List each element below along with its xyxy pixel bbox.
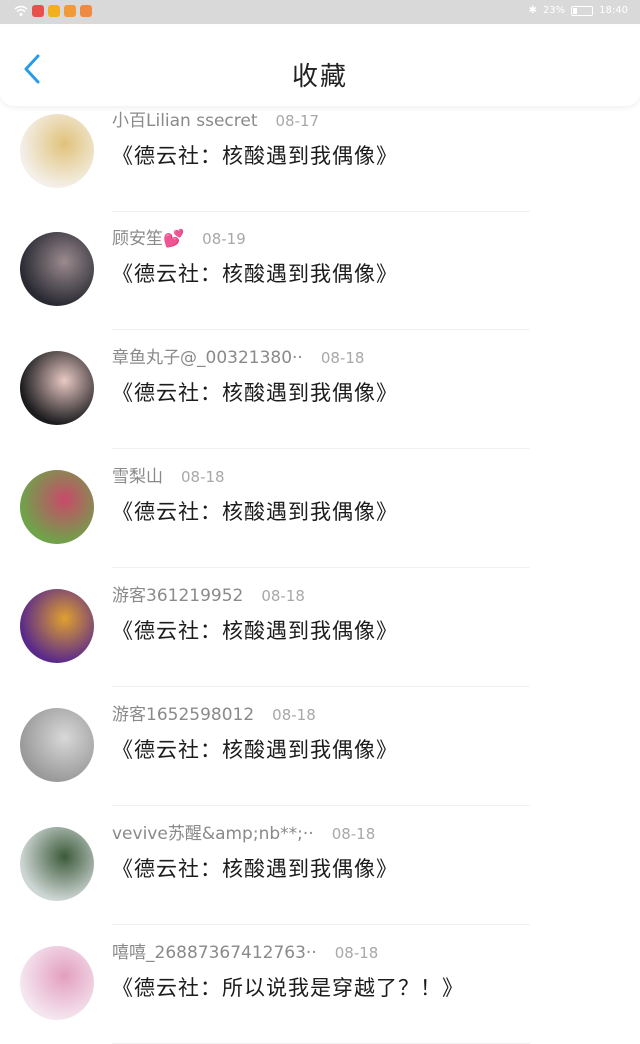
page-title: 收藏	[291, 62, 348, 92]
username[interactable]: vevive苏醒&amp;nb**;··	[112, 824, 314, 844]
item-meta: 游客1652598012 08-18	[112, 700, 316, 725]
item-meta: 顾安笙💕 08-19	[112, 224, 246, 249]
status-left-icons	[14, 5, 92, 17]
divider	[112, 567, 530, 568]
battery-percent: 23%	[542, 5, 566, 16]
item-date: 08-18	[272, 706, 316, 724]
divider	[112, 448, 530, 449]
username[interactable]: 嘻嘻_26887367412763··	[112, 943, 317, 963]
avatar[interactable]	[20, 470, 94, 544]
item-text[interactable]: 《德云社：所以说我是穿越了？！》	[112, 972, 464, 1002]
list-item[interactable]: 雪梨山 08-18 《德云社：核酸遇到我偶像》	[0, 450, 640, 568]
item-text[interactable]: 《德云社：核酸遇到我偶像》	[112, 377, 398, 407]
item-date: 08-18	[261, 587, 305, 605]
heart-icon: 💕	[163, 229, 185, 249]
avatar[interactable]	[20, 232, 94, 306]
list-item[interactable]: 小百Lilian ssecret 08-17 《德云社：核酸遇到我偶像》	[0, 94, 640, 212]
notification-app-icon	[48, 5, 60, 17]
status-right-icons: ✱ 23% 18:40	[529, 5, 628, 16]
username[interactable]: 顾安笙	[112, 229, 163, 249]
list-item[interactable]: 顾安笙💕 08-19 《德云社：核酸遇到我偶像》	[0, 212, 640, 330]
username[interactable]: 游客361219952	[112, 586, 243, 606]
username[interactable]: 游客1652598012	[112, 705, 254, 725]
header: 收藏	[0, 26, 640, 106]
avatar[interactable]	[20, 827, 94, 901]
item-meta: 章鱼丸子@_00321380·· 08-18	[112, 343, 364, 368]
wifi-icon	[14, 5, 28, 16]
item-text[interactable]: 《德云社：核酸遇到我偶像》	[112, 615, 398, 645]
item-text[interactable]: 《德云社：核酸遇到我偶像》	[112, 734, 398, 764]
divider	[112, 805, 530, 806]
item-date: 08-18	[181, 468, 225, 486]
item-date: 08-19	[202, 230, 246, 248]
item-meta: 雪梨山 08-18	[112, 462, 225, 487]
list-item[interactable]: 游客1652598012 08-18 《德云社：核酸遇到我偶像》	[0, 688, 640, 806]
item-text[interactable]: 《德云社：核酸遇到我偶像》	[112, 853, 398, 883]
notification-app-icon	[64, 5, 76, 17]
notification-app-icon	[32, 5, 44, 17]
avatar[interactable]	[20, 114, 94, 188]
item-meta: 小百Lilian ssecret 08-17	[112, 106, 319, 131]
item-meta: vevive苏醒&amp;nb**;·· 08-18	[112, 819, 375, 844]
avatar[interactable]	[20, 946, 94, 1020]
item-meta: 游客361219952 08-18	[112, 581, 305, 606]
item-text[interactable]: 《德云社：核酸遇到我偶像》	[112, 496, 398, 526]
item-date: 08-18	[331, 825, 376, 843]
battery-icon	[571, 5, 594, 16]
username[interactable]: 小百Lilian ssecret	[112, 111, 258, 131]
list-item[interactable]: 章鱼丸子@_00321380·· 08-18 《德云社：核酸遇到我偶像》	[0, 331, 640, 449]
avatar[interactable]	[20, 589, 94, 663]
divider	[112, 329, 530, 330]
item-date: 08-18	[334, 944, 379, 962]
item-date: 08-18	[320, 349, 365, 367]
avatar[interactable]	[20, 708, 94, 782]
divider	[112, 686, 530, 687]
bluetooth-icon: ✱	[528, 5, 537, 16]
clock: 18:40	[599, 5, 628, 16]
divider	[112, 924, 530, 925]
list-item[interactable]: 游客361219952 08-18 《德云社：核酸遇到我偶像》	[0, 569, 640, 687]
notification-app-icon	[80, 5, 92, 17]
username[interactable]: 雪梨山	[112, 467, 163, 487]
status-bar: ✱ 23% 18:40	[0, 0, 640, 24]
username[interactable]: 章鱼丸子@_00321380··	[112, 348, 303, 368]
avatar[interactable]	[20, 351, 94, 425]
item-date: 08-17	[275, 112, 320, 130]
item-meta: 嘻嘻_26887367412763·· 08-18	[112, 938, 378, 963]
list-item[interactable]: 嘻嘻_26887367412763·· 08-18 《德云社：所以说我是穿越了？！》	[0, 926, 640, 1044]
item-text[interactable]: 《德云社：核酸遇到我偶像》	[112, 258, 398, 288]
item-text[interactable]: 《德云社：核酸遇到我偶像》	[112, 140, 398, 170]
list-item[interactable]: vevive苏醒&amp;nb**;·· 08-18 《德云社：核酸遇到我偶像》	[0, 807, 640, 925]
